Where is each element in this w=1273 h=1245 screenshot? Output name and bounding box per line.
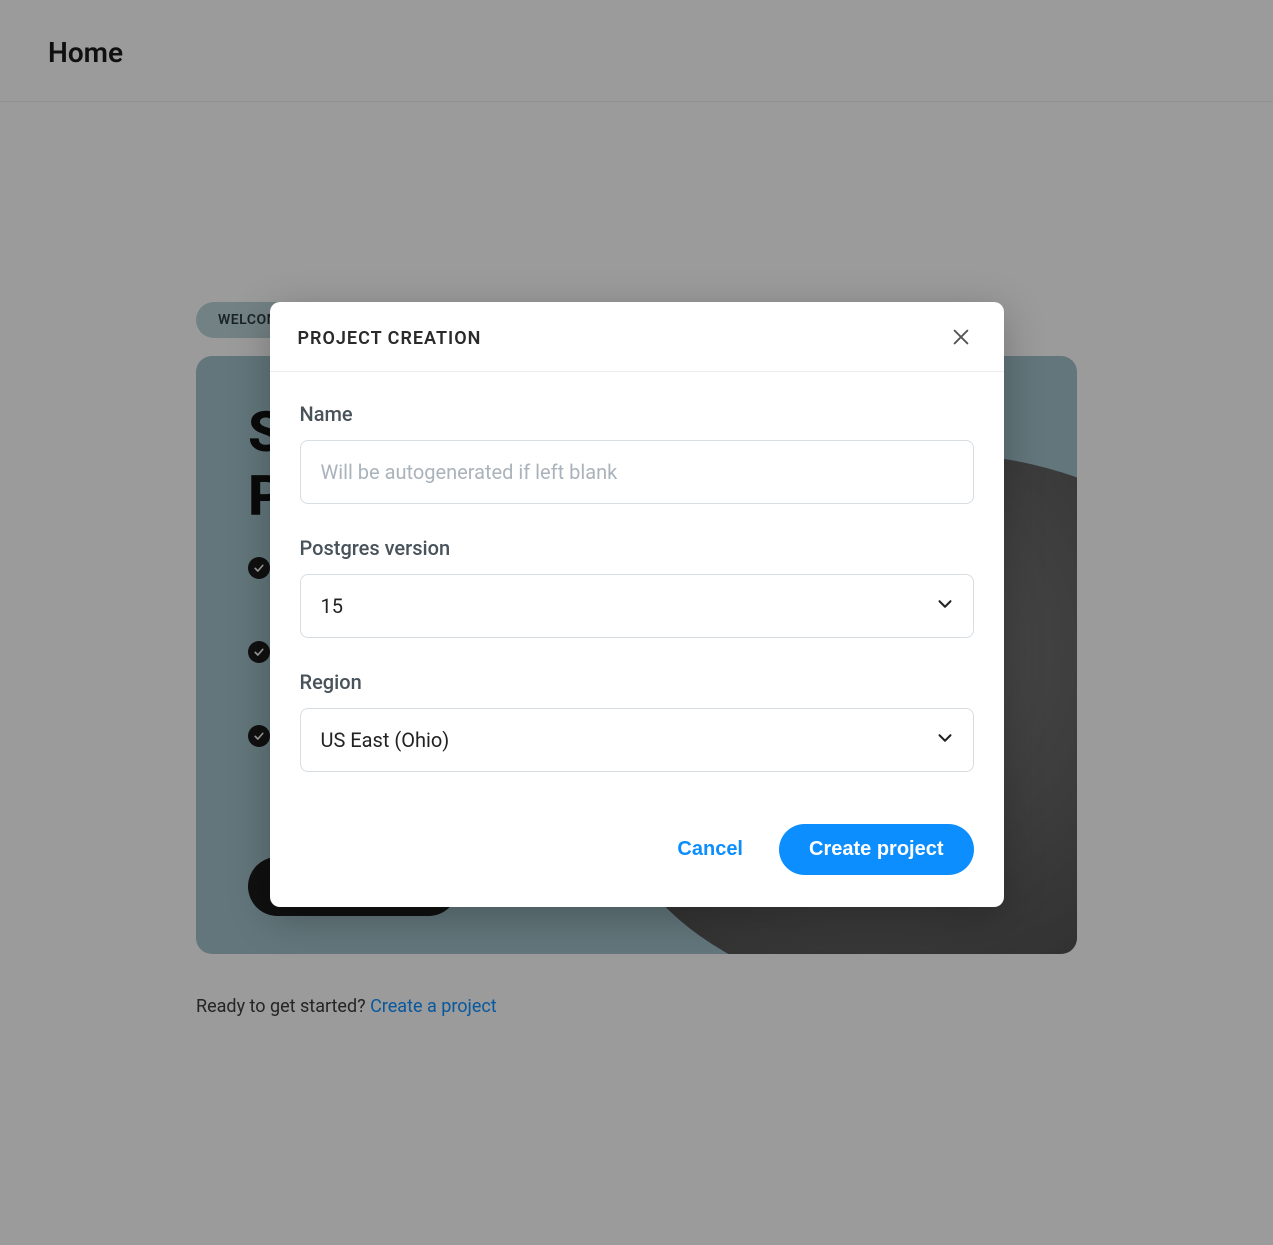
- modal-header: PROJECT CREATION: [270, 302, 1004, 372]
- modal-title: PROJECT CREATION: [298, 328, 482, 349]
- modal-overlay[interactable]: PROJECT CREATION Name Postgres version 1…: [0, 0, 1273, 1245]
- form-group-postgres: Postgres version 15: [300, 536, 974, 638]
- modal-body: Name Postgres version 15 Region: [270, 372, 1004, 814]
- region-value: US East (Ohio): [321, 728, 450, 752]
- cancel-button[interactable]: Cancel: [677, 838, 743, 861]
- project-creation-modal: PROJECT CREATION Name Postgres version 1…: [270, 302, 1004, 907]
- region-label: Region: [300, 670, 974, 694]
- postgres-version-label: Postgres version: [300, 536, 974, 560]
- close-button[interactable]: [946, 322, 976, 355]
- create-project-button[interactable]: Create project: [779, 824, 974, 875]
- form-group-region: Region US East (Ohio): [300, 670, 974, 772]
- close-icon: [950, 336, 972, 351]
- postgres-version-select[interactable]: 15: [300, 574, 974, 638]
- postgres-version-value: 15: [321, 594, 343, 618]
- form-group-name: Name: [300, 402, 974, 504]
- region-select[interactable]: US East (Ohio): [300, 708, 974, 772]
- modal-footer: Cancel Create project: [270, 814, 1004, 907]
- name-label: Name: [300, 402, 974, 426]
- name-input[interactable]: [300, 440, 974, 504]
